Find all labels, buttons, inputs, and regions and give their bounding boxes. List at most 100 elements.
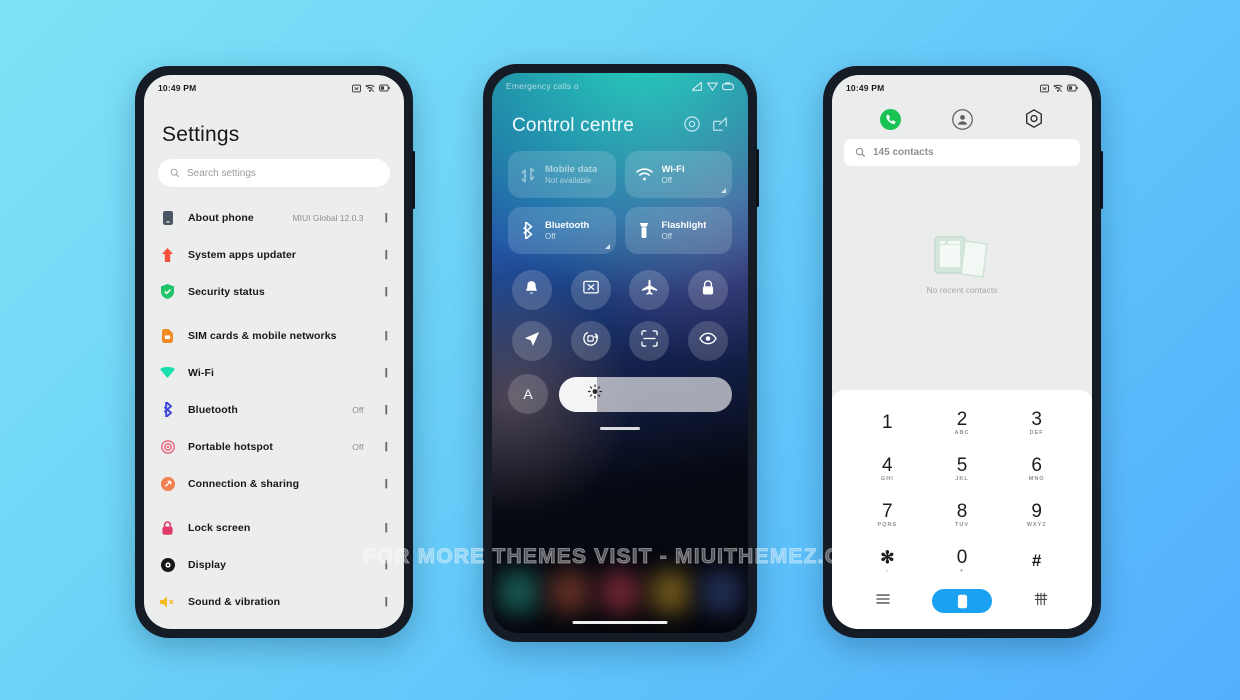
chevron-icon: ❙	[382, 330, 390, 340]
screenshot-icon	[582, 280, 599, 301]
no-contacts-illustration	[934, 236, 988, 278]
tile-expand-corner[interactable]	[721, 188, 726, 193]
key-2[interactable]: 2 ABC	[925, 400, 1000, 446]
keypad-toggle-button[interactable]	[1034, 592, 1048, 611]
bluetooth-icon	[519, 222, 536, 239]
key-number: 2	[956, 409, 968, 430]
key-number: 4	[882, 455, 893, 476]
screenshot-button[interactable]	[570, 270, 611, 310]
edit-icon[interactable]	[712, 116, 728, 137]
tile-flashlight[interactable]: Flashlight Off	[624, 207, 732, 254]
silent-bell-button[interactable]	[511, 270, 552, 310]
location-icon	[524, 331, 540, 352]
tile-mobile-data[interactable]: Mobile data Not available	[508, 151, 616, 198]
display-icon	[160, 557, 175, 572]
key-star[interactable]: ✻,	[850, 538, 925, 584]
settings-row-sound-vibration[interactable]: Sound & vibration ❙	[144, 583, 404, 620]
key-5[interactable]: 5 JKL	[925, 446, 1000, 492]
chevron-icon: ❙	[382, 367, 390, 377]
settings-row-system-apps-updater[interactable]: System apps updater ❙	[144, 236, 404, 273]
key-hash[interactable]: #	[999, 538, 1074, 584]
key-4[interactable]: 4 GHI	[850, 446, 925, 492]
sound-icon	[160, 594, 175, 609]
call-button[interactable]	[932, 589, 992, 613]
brightness-row: A	[492, 361, 748, 414]
search-settings-field[interactable]: Search settings	[158, 159, 390, 187]
settings-row-about-phone[interactable]: About phone MIUI Global 12.0.3 ❙	[144, 199, 404, 236]
reading-mode-button[interactable]	[688, 321, 729, 361]
settings-row-label: About phone	[188, 211, 254, 224]
key-7[interactable]: 7 PQRS	[850, 492, 925, 538]
auto-brightness-button[interactable]: A	[508, 374, 548, 414]
phone-mockup-control-centre: Emergency calls o Control centre Mobile …	[483, 64, 759, 642]
settings-row-label: System apps updater	[188, 248, 297, 261]
search-icon	[170, 168, 180, 178]
settings-row-lock-screen[interactable]: Lock screen ❙	[144, 509, 404, 546]
auto-rotate-button[interactable]	[570, 321, 611, 361]
tile-expand-corner[interactable]	[604, 244, 610, 249]
airplane-mode-button[interactable]	[629, 270, 670, 310]
list-menu-icon	[876, 594, 890, 604]
brightness-slider[interactable]	[559, 376, 732, 412]
settings-list: About phone MIUI Global 12.0.3 ❙ System …	[144, 197, 404, 629]
signal-icon	[352, 84, 361, 92]
contacts-search-field[interactable]: 145 contacts	[844, 139, 1080, 166]
key-8[interactable]: 8 TUV	[925, 492, 1000, 538]
dock-blob	[701, 571, 742, 613]
settings-row-label: Lock screen	[188, 521, 251, 534]
key-9[interactable]: 9 WXYZ	[999, 492, 1074, 538]
airplane-mode-icon	[641, 279, 658, 301]
settings-row-wifi[interactable]: Wi-Fi ❙	[144, 354, 404, 391]
scanner-button[interactable]	[629, 321, 670, 361]
dock-blob	[650, 571, 692, 613]
list-menu-button[interactable]	[876, 592, 890, 610]
keypad-grid-icon	[1034, 592, 1048, 605]
settings-row-label: Sound & vibration	[188, 595, 281, 608]
key-number: 8	[956, 501, 968, 522]
home-indicator[interactable]	[572, 621, 668, 624]
key-letters: ABC	[954, 430, 970, 436]
lock-button[interactable]	[688, 270, 729, 310]
control-centre-screen-container: Emergency calls o Control centre Mobile …	[492, 73, 748, 633]
settings-row-security-status[interactable]: Security status ❙	[144, 273, 404, 310]
lock-icon	[701, 279, 715, 301]
brightness-sun-icon	[588, 384, 603, 404]
mobile-data-icon	[519, 167, 536, 183]
key-6[interactable]: 6 MNO	[999, 446, 1074, 492]
status-icons	[692, 81, 734, 91]
tab-calls[interactable]	[878, 107, 902, 131]
settings-row-sim-cards[interactable]: SIM cards & mobile networks ❙	[144, 317, 404, 354]
key-3[interactable]: 3 DEF	[999, 400, 1074, 446]
key-number: 3	[1031, 409, 1042, 430]
tab-settings[interactable]	[1022, 107, 1046, 131]
key-letters: MNO	[1028, 476, 1045, 482]
tile-bluetooth[interactable]: Bluetooth Off	[508, 207, 616, 254]
dialer-tab-bar	[832, 101, 1092, 139]
settings-row-label: Bluetooth	[188, 403, 238, 416]
dialpad: 1 2 ABC 3 DEF 4 GHI 5 JKL 6 MNO 7 PQRS 8 TUV 9W…	[832, 390, 1092, 629]
dock-blob	[498, 571, 539, 613]
settings-row-display[interactable]: Display ❙	[144, 546, 404, 583]
key-number: 5	[956, 455, 968, 476]
key-0[interactable]: 0 +	[925, 538, 1000, 584]
signal-icon	[1040, 84, 1049, 92]
tile-wifi[interactable]: Wi-Fi Off	[624, 151, 732, 198]
key-letters: +	[959, 568, 965, 574]
key-1[interactable]: 1	[850, 400, 925, 446]
silent-bell-icon	[524, 280, 539, 301]
panel-grabber[interactable]	[600, 427, 640, 430]
tile-label: Mobile data	[545, 164, 598, 175]
settings-row-portable-hotspot[interactable]: Portable hotspot Off ❙	[144, 428, 404, 465]
chevron-icon: ❙	[382, 596, 390, 606]
chevron-icon: ❙	[382, 212, 390, 222]
settings-row-bluetooth[interactable]: Bluetooth Off ❙	[144, 391, 404, 428]
location-button[interactable]	[511, 321, 552, 361]
key-number: #	[1031, 551, 1042, 570]
tab-contacts[interactable]	[950, 107, 974, 131]
key-letters: JKL	[955, 476, 969, 482]
key-letters: GHI	[880, 476, 894, 482]
settings-row-label: Security status	[188, 285, 265, 298]
settings-gear-icon[interactable]	[684, 115, 700, 137]
settings-row-connection-sharing[interactable]: Connection & sharing ❙	[144, 465, 404, 502]
signal-icon	[692, 81, 702, 91]
